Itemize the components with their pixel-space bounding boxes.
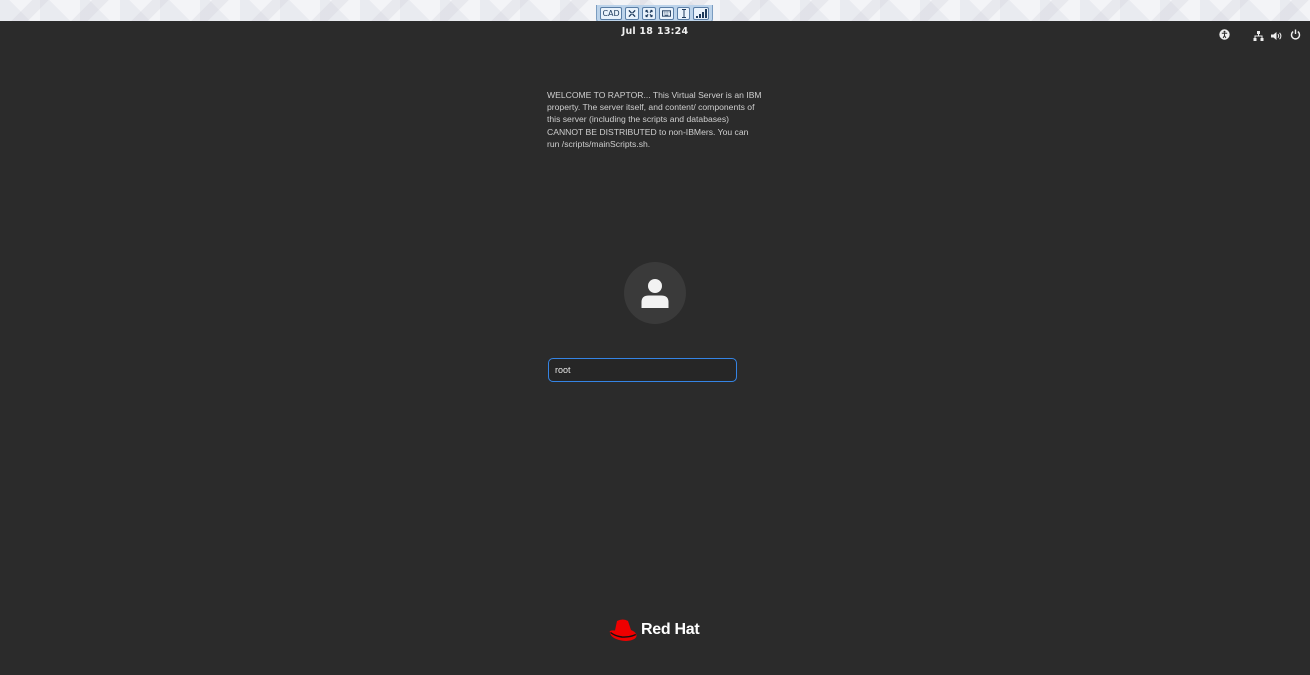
accessibility-icon[interactable] — [1219, 25, 1230, 44]
text-cursor-icon[interactable] — [677, 7, 691, 20]
red-hat-logo: Red Hat — [607, 618, 700, 642]
login-banner-message: WELCOME TO RAPTOR... This Virtual Server… — [547, 90, 762, 149]
red-hat-icon — [609, 619, 637, 641]
fullscreen-exit-icon[interactable] — [625, 7, 640, 20]
keyboard-icon[interactable] — [659, 7, 675, 20]
clock-date: Jul 18 — [621, 26, 654, 37]
fullscreen-icon[interactable] — [642, 7, 657, 20]
signal-strength-icon[interactable] — [693, 7, 709, 20]
clock[interactable]: Jul 18 13:24 — [0, 26, 1310, 37]
username-field[interactable] — [548, 358, 737, 382]
login-screen: Jul 18 13:24 WELCOME TO RAPTOR... This Vi… — [0, 21, 1310, 675]
user-avatar — [624, 262, 686, 324]
power-icon[interactable] — [1290, 25, 1301, 44]
brand-name: Red Hat — [641, 621, 700, 638]
network-icon[interactable] — [1253, 26, 1264, 45]
ctrl-alt-del-button[interactable]: CAD — [600, 7, 623, 20]
volume-icon[interactable] — [1271, 26, 1283, 45]
clock-time: 13:24 — [657, 26, 689, 37]
user-icon — [641, 279, 669, 308]
